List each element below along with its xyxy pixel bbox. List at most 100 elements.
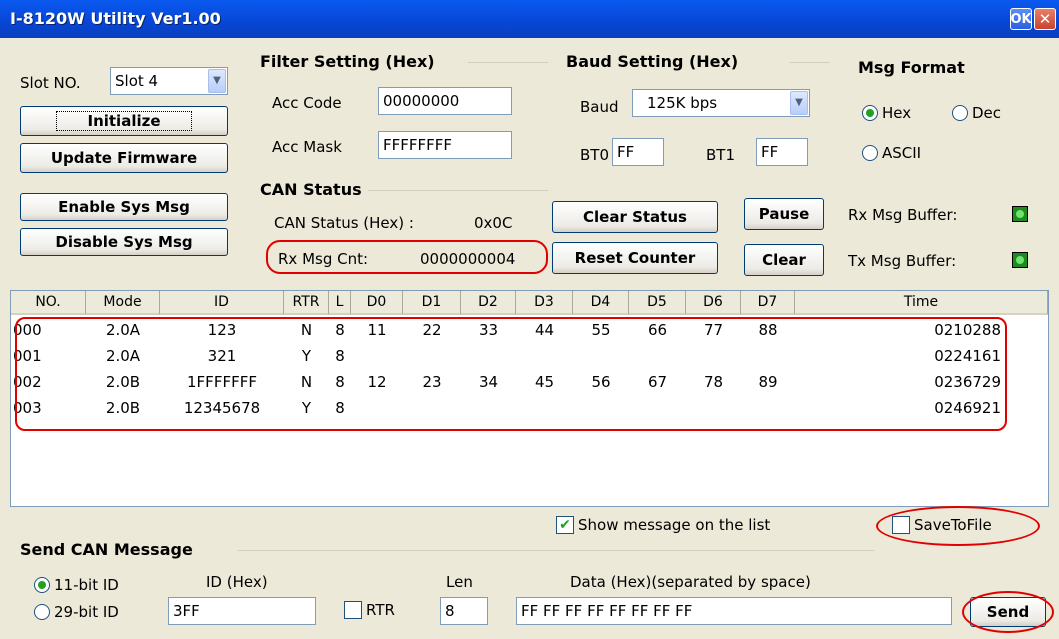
column-header[interactable]: D7 xyxy=(741,291,795,315)
rx-msg-cnt-label: Rx Msg Cnt: xyxy=(278,250,369,268)
rx-buffer-led-icon xyxy=(1012,206,1028,222)
radio-icon xyxy=(862,145,878,161)
table-cell: 2.0A xyxy=(105,321,141,339)
column-header[interactable]: L xyxy=(329,291,351,315)
message-list[interactable]: NO. Mode ID RTR L D0 D1 D2 D3 D4 D5 D6 D… xyxy=(10,290,1049,507)
table-cell: 0224161 xyxy=(934,347,1001,365)
bt1-input[interactable]: FF xyxy=(756,138,808,166)
table-cell: 003 xyxy=(13,399,42,417)
radio-icon xyxy=(862,105,878,121)
table-cell: 001 xyxy=(13,347,42,365)
table-cell: Y xyxy=(301,347,312,365)
column-header[interactable]: D2 xyxy=(461,291,516,315)
len-input[interactable]: 8 xyxy=(440,597,488,625)
disable-sys-msg-button[interactable]: Disable Sys Msg xyxy=(20,228,228,256)
column-header[interactable]: RTR xyxy=(284,291,329,315)
checkmark-icon: ✔ xyxy=(556,516,574,534)
chevron-down-icon[interactable]: ▼ xyxy=(790,91,808,115)
bt1-label: BT1 xyxy=(706,146,735,164)
len-label: Len xyxy=(446,573,473,591)
table-cell: 1FFFFFFF xyxy=(187,373,257,391)
acc-code-input[interactable]: 00000000 xyxy=(378,87,512,115)
baud-value: 125K bps xyxy=(647,94,718,112)
column-header[interactable]: D4 xyxy=(573,291,629,315)
column-header[interactable]: Mode xyxy=(86,291,160,315)
format-dec-radio[interactable]: Dec xyxy=(952,104,1001,122)
table-cell: 2.0B xyxy=(105,373,141,391)
column-header[interactable]: D6 xyxy=(686,291,741,315)
table-cell: 23 xyxy=(422,373,442,391)
table-cell: 77 xyxy=(703,321,724,339)
format-ascii-label: ASCII xyxy=(882,144,922,162)
bit11-label: 11-bit ID xyxy=(54,576,119,594)
radio-icon xyxy=(34,577,50,593)
rtr-checkbox[interactable]: RTR xyxy=(344,601,395,619)
clear-status-button[interactable]: Clear Status xyxy=(552,201,718,233)
baud-select[interactable]: 125K bps ▼ xyxy=(632,89,810,117)
ok-button[interactable]: OK xyxy=(1010,8,1032,30)
pause-button[interactable]: Pause xyxy=(744,198,824,230)
column-header[interactable]: D3 xyxy=(516,291,573,315)
enable-sys-msg-button[interactable]: Enable Sys Msg xyxy=(20,193,228,221)
column-header[interactable]: ID xyxy=(160,291,284,315)
chevron-down-icon[interactable]: ▼ xyxy=(208,69,226,93)
checkbox-icon xyxy=(344,601,362,619)
table-cell: Y xyxy=(301,399,312,417)
radio-dot xyxy=(38,581,46,589)
filter-group-divider xyxy=(468,62,548,63)
reset-counter-button[interactable]: Reset Counter xyxy=(552,242,718,274)
acc-mask-label: Acc Mask xyxy=(272,138,342,156)
table-cell: 000 xyxy=(13,321,42,339)
send-button[interactable]: Send xyxy=(970,597,1046,627)
table-cell: 321 xyxy=(207,347,237,365)
table-cell: 66 xyxy=(647,321,668,339)
save-to-file-checkbox[interactable]: SaveToFile xyxy=(892,516,992,534)
table-cell: 123 xyxy=(207,321,237,339)
column-header[interactable]: D5 xyxy=(629,291,686,315)
radio-dot xyxy=(866,109,874,117)
bt0-input[interactable]: FF xyxy=(612,138,664,166)
column-header[interactable]: D1 xyxy=(403,291,461,315)
table-cell: 33 xyxy=(478,321,499,339)
format-ascii-radio[interactable]: ASCII xyxy=(862,144,921,162)
slot-value: Slot 4 xyxy=(115,72,159,90)
close-icon[interactable]: ✕ xyxy=(1034,8,1056,30)
table-cell: N xyxy=(300,373,313,391)
table-cell: 0236729 xyxy=(934,373,1001,391)
column-header[interactable]: D0 xyxy=(351,291,403,315)
can-status-title: CAN Status xyxy=(260,180,362,199)
table-cell: 8 xyxy=(335,321,345,339)
can-status-value: 0x0C xyxy=(474,214,513,232)
table-cell: 56 xyxy=(591,373,611,391)
id-hex-label: ID (Hex) xyxy=(206,573,268,591)
column-header[interactable]: Time xyxy=(795,291,1048,315)
table-cell: 22 xyxy=(422,321,442,339)
initialize-label: Initialize xyxy=(56,111,192,131)
bt0-label: BT0 xyxy=(580,146,609,164)
slot-select[interactable]: Slot 4 ▼ xyxy=(110,67,228,95)
tx-buffer-led-icon xyxy=(1012,252,1028,268)
slot-label: Slot NO. xyxy=(20,74,81,92)
clear-button[interactable]: Clear xyxy=(744,244,824,276)
table-cell: 8 xyxy=(335,399,345,417)
format-hex-label: Hex xyxy=(882,104,912,122)
table-cell: 2.0A xyxy=(105,347,141,365)
column-header[interactable]: NO. xyxy=(11,291,86,315)
format-hex-radio[interactable]: Hex xyxy=(862,104,911,122)
update-firmware-button[interactable]: Update Firmware xyxy=(20,143,228,173)
tx-buffer-label: Tx Msg Buffer: xyxy=(848,252,957,270)
id-hex-input[interactable]: 3FF xyxy=(168,597,316,625)
initialize-button[interactable]: Initialize xyxy=(20,106,228,136)
bit11-radio[interactable]: 11-bit ID xyxy=(34,576,119,594)
msg-format-title: Msg Format xyxy=(858,58,965,77)
data-hex-input[interactable]: FF FF FF FF FF FF FF FF xyxy=(516,597,952,625)
acc-mask-input[interactable]: FFFFFFFF xyxy=(378,131,512,159)
bit29-radio[interactable]: 29-bit ID xyxy=(34,603,119,621)
table-cell: 12345678 xyxy=(183,399,261,417)
led-light xyxy=(1016,210,1024,218)
show-on-list-checkbox[interactable]: ✔ Show message on the list xyxy=(556,516,770,534)
table-cell: 89 xyxy=(758,373,778,391)
table-cell: 11 xyxy=(367,321,387,339)
acc-code-label: Acc Code xyxy=(272,94,342,112)
title-bar: I-8120W Utility Ver1.00 OK ✕ xyxy=(0,0,1059,38)
